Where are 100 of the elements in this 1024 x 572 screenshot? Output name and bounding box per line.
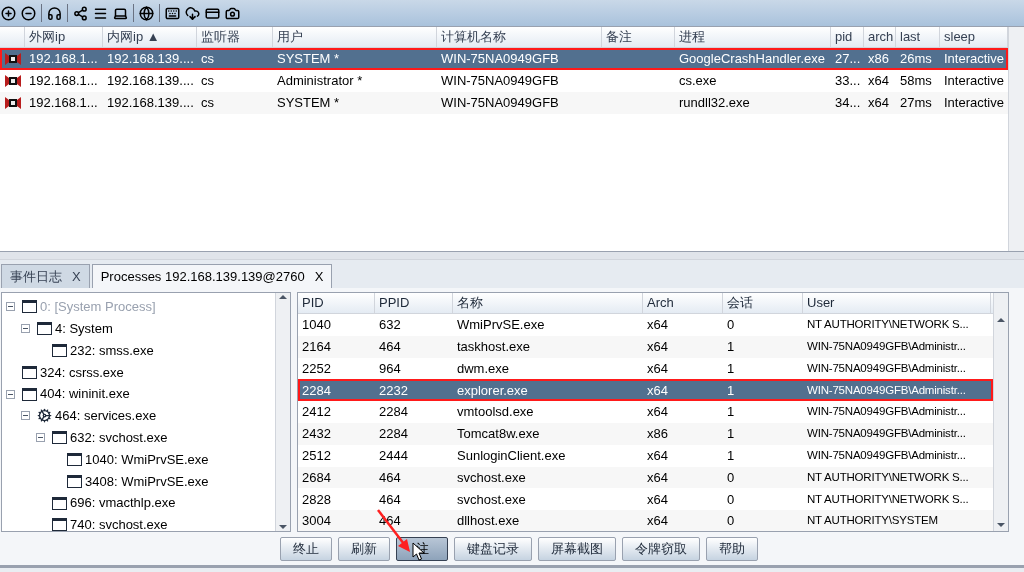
table-cell: 0 bbox=[727, 317, 735, 333]
table-cell: 1 bbox=[727, 338, 735, 354]
column-header[interactable]: 外网ip bbox=[25, 27, 103, 47]
headphones-icon[interactable] bbox=[47, 5, 62, 21]
table-cell: x64 bbox=[868, 95, 889, 111]
action-button[interactable]: 键盘记录 bbox=[454, 536, 532, 561]
tree-item[interactable]: 232: smss.exe bbox=[70, 340, 154, 361]
table-cell: WIN-75NA0949GFB\Administr... bbox=[807, 383, 966, 396]
tree-item[interactable]: 740: svchost.exe bbox=[70, 515, 168, 531]
collapse-toggle[interactable] bbox=[36, 433, 45, 443]
tree-item[interactable]: 3408: WmiPrvSE.exe bbox=[85, 471, 209, 491]
scrollbar[interactable] bbox=[1008, 27, 1024, 251]
collapse-toggle[interactable] bbox=[6, 302, 15, 312]
table-cell: vmtoolsd.exe bbox=[457, 404, 534, 420]
table-cell: 0 bbox=[727, 491, 735, 507]
tree-item[interactable]: 404: wininit.exe bbox=[40, 384, 130, 404]
column-header[interactable]: PPID bbox=[375, 293, 453, 313]
table-cell: NT AUTHORITY\NETWORK S... bbox=[807, 470, 969, 483]
process-row[interactable]: 2684 464 svchost.exe x64 0 NT AUTHORITY\NETWORK S... bbox=[298, 466, 993, 489]
remove-icon[interactable] bbox=[21, 5, 36, 21]
process-row[interactable]: 2164 464 taskhost.exe x64 1 WIN-75NA0949GFB\Administr... bbox=[298, 335, 993, 358]
table-cell: WIN-75NA0949GFB bbox=[441, 73, 559, 89]
table-cell: x64 bbox=[647, 360, 668, 376]
table-cell: 464 bbox=[379, 491, 401, 507]
share-icon[interactable] bbox=[73, 5, 88, 21]
cloud-download-icon[interactable] bbox=[185, 5, 200, 21]
menu-icon[interactable] bbox=[93, 5, 108, 21]
column-header[interactable]: User bbox=[803, 293, 991, 313]
action-button[interactable]: 刷新 bbox=[338, 536, 390, 561]
table-cell: 964 bbox=[379, 360, 401, 376]
card-icon[interactable] bbox=[205, 5, 220, 21]
tree-item[interactable]: 4: System bbox=[55, 318, 113, 339]
action-button[interactable]: 屏幕截图 bbox=[538, 536, 616, 561]
table-cell: 192.168.1... bbox=[29, 95, 98, 111]
table-cell: x64 bbox=[647, 338, 668, 354]
column-header[interactable]: 进程 bbox=[675, 27, 831, 47]
column-header[interactable]: arch bbox=[864, 27, 896, 47]
scrollbar[interactable] bbox=[993, 293, 1008, 531]
table-cell: x64 bbox=[647, 317, 668, 333]
table-cell: 2284 bbox=[379, 404, 408, 420]
window-icon bbox=[52, 431, 67, 445]
table-cell: 33... bbox=[835, 73, 861, 89]
close-tab-button[interactable]: X bbox=[314, 266, 324, 287]
close-tab-button[interactable]: X bbox=[72, 266, 81, 287]
column-header[interactable]: 监听器 bbox=[197, 27, 273, 47]
table-cell: WIN-75NA0949GFB\Administr... bbox=[807, 427, 966, 440]
table-cell: NT AUTHORITY\NETWORK S... bbox=[807, 318, 969, 331]
tab[interactable]: 事件日志 X bbox=[1, 264, 90, 288]
column-header[interactable]: 内网ip ▲ bbox=[103, 27, 197, 47]
session-row[interactable]: 192.168.1... 192.168.139.... cs SYSTEM * WIN-75NA0949GFB rundll32.exe 34... x64 27ms Interactive bbox=[0, 92, 1008, 114]
beacon-icon bbox=[3, 52, 22, 66]
action-button[interactable]: 终止 bbox=[280, 536, 332, 561]
column-header[interactable]: 计算机名称 bbox=[437, 27, 602, 47]
action-button[interactable]: 令牌窃取 bbox=[622, 536, 700, 561]
add-icon[interactable] bbox=[1, 5, 16, 21]
collapse-toggle[interactable] bbox=[21, 324, 30, 334]
collapse-toggle[interactable] bbox=[6, 389, 15, 399]
table-cell: Interactive bbox=[944, 73, 1004, 89]
table-cell: 2284 bbox=[302, 382, 331, 398]
keyboard-icon[interactable] bbox=[165, 5, 180, 21]
globe-icon[interactable] bbox=[139, 5, 154, 21]
laptop-icon[interactable] bbox=[113, 5, 128, 21]
process-row[interactable]: 2432 2284 Tomcat8w.exe x86 1 WIN-75NA0949GFB\Administr... bbox=[298, 423, 993, 445]
table-cell: SYSTEM * bbox=[277, 51, 340, 67]
column-header[interactable]: 备注 bbox=[602, 27, 675, 47]
tab[interactable]: Processes 192.168.139.139@2760 X bbox=[91, 264, 333, 288]
tree-item[interactable]: 696: vmacthlp.exe bbox=[70, 493, 176, 513]
column-header[interactable]: last bbox=[896, 27, 940, 47]
table-cell: 2284 bbox=[379, 426, 408, 442]
table-cell: x86 bbox=[868, 51, 889, 67]
process-row[interactable]: 2284 2232 explorer.exe x64 1 WIN-75NA0949GFB\Administr... bbox=[298, 379, 993, 402]
gears-icon bbox=[37, 408, 52, 424]
column-header[interactable]: Arch bbox=[643, 293, 723, 313]
table-cell: Interactive bbox=[944, 51, 1004, 67]
column-header[interactable]: 名称 bbox=[453, 293, 643, 313]
table-cell: 58ms bbox=[900, 73, 932, 89]
table-cell: WIN-75NA0949GFB bbox=[441, 51, 559, 67]
session-row[interactable]: 192.168.1... 192.168.139.... cs SYSTEM * WIN-75NA0949GFB GoogleCrashHandler.exe 27... x86 26ms Interactive bbox=[0, 48, 1008, 70]
scrollbar[interactable] bbox=[275, 293, 290, 531]
table-cell: 2232 bbox=[379, 382, 408, 398]
action-button[interactable]: 帮助 bbox=[706, 536, 758, 561]
tree-item[interactable]: 632: svchost.exe bbox=[70, 427, 168, 448]
table-cell: 1 bbox=[727, 360, 735, 376]
camera-icon[interactable] bbox=[225, 5, 240, 21]
tree-item[interactable]: 1040: WmiPrvSE.exe bbox=[85, 449, 209, 470]
tree-item[interactable]: 464: services.exe bbox=[55, 406, 157, 426]
table-cell: cs.exe bbox=[679, 73, 717, 89]
column-header[interactable]: PID bbox=[298, 293, 375, 313]
window-icon bbox=[52, 496, 67, 510]
table-cell: 192.168.1... bbox=[29, 73, 98, 89]
column-header[interactable]: pid bbox=[831, 27, 864, 47]
table-cell: 2412 bbox=[302, 404, 331, 420]
window-icon bbox=[52, 344, 67, 357]
column-header[interactable]: 会话 bbox=[723, 293, 803, 313]
column-header[interactable]: 用户 bbox=[273, 27, 437, 47]
table-cell: Interactive bbox=[944, 95, 1004, 111]
tree-item[interactable]: 324: csrss.exe bbox=[40, 362, 124, 383]
table-cell: x64 bbox=[868, 73, 889, 89]
table-cell: dwm.exe bbox=[457, 360, 510, 376]
collapse-toggle[interactable] bbox=[21, 411, 30, 421]
